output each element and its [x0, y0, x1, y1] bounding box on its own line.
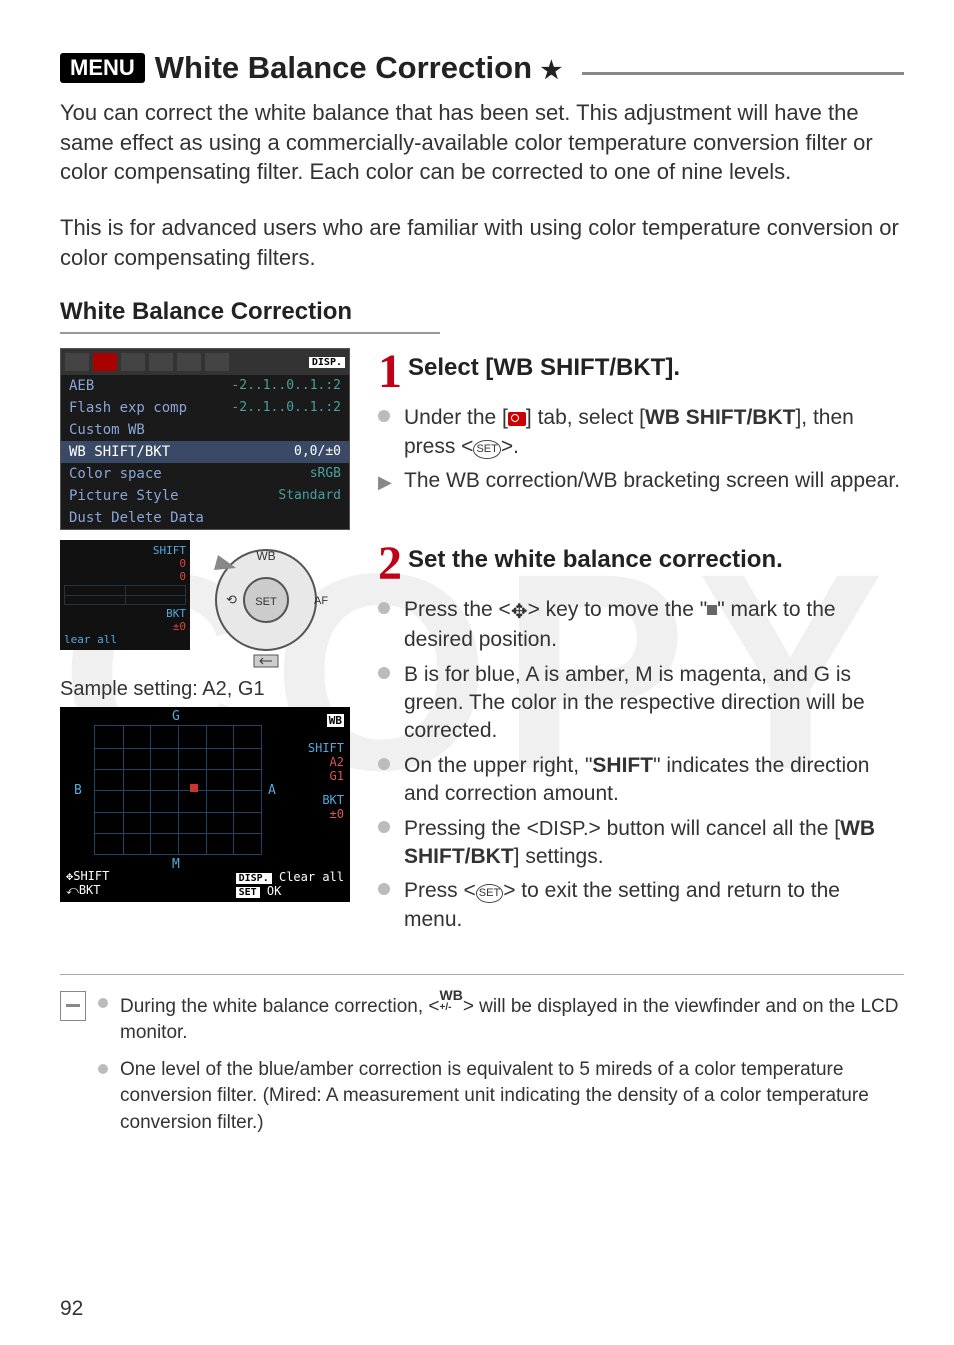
- step1-title: Select [WB SHIFT/BKT].: [408, 354, 680, 382]
- svg-text:⟲: ⟲: [226, 592, 237, 607]
- cam-row-selected: WB SHIFT/BKT0,0/±0: [61, 441, 349, 463]
- bkt-value: ±0: [330, 807, 344, 821]
- title-divider: [582, 72, 904, 75]
- star-icon: ★: [541, 57, 563, 84]
- notes-section: During the white balance correction, <WB…: [60, 974, 904, 1147]
- cam-tab-selected: [93, 353, 117, 371]
- shift-hint: SHIFT: [73, 869, 109, 883]
- svg-text:SET: SET: [255, 596, 277, 608]
- axis-g: G: [172, 709, 180, 724]
- set-icon: SET: [476, 884, 503, 903]
- menu-badge: MENU: [60, 53, 145, 83]
- note-2: One level of the blue/amber correction i…: [98, 1057, 904, 1137]
- camera-menu-screenshot: DISP. AEB-2..1..0..1.:2 Flash exp comp-2…: [60, 348, 350, 530]
- cam-tab: [65, 353, 89, 371]
- cam-tab: [121, 353, 145, 371]
- intro-p2: This is for advanced users who are famil…: [60, 213, 904, 272]
- page-number: 92: [60, 1297, 83, 1321]
- ok-label: OK: [267, 884, 281, 898]
- svg-text:AF: AF: [314, 595, 328, 607]
- bkt-label: BKT: [166, 607, 186, 620]
- shift-readout-label: SHIFT: [308, 741, 344, 755]
- clear-label: lear all: [64, 633, 117, 646]
- step2-bullet-1: Press the <✥> key to move the "" mark to…: [378, 596, 904, 654]
- clear-all-label: Clear all: [279, 870, 344, 884]
- disp-badge: DISP.: [236, 873, 272, 884]
- cam-tab: [177, 353, 201, 371]
- dial-illustration: SHIFT00 BKT±0 lear all SET WB AF ⟲: [60, 540, 360, 670]
- note-1: During the white balance correction, <WB…: [98, 991, 904, 1047]
- section-heading: White Balance Correction: [60, 298, 440, 334]
- cam-tab: [205, 353, 229, 371]
- cam-row: Color spacesRGB: [61, 463, 349, 485]
- title-text: White Balance Correction: [155, 50, 532, 85]
- shift-g1: G1: [330, 769, 344, 783]
- sample-setting-label: Sample setting: A2, G1: [60, 678, 360, 701]
- set-icon: SET: [473, 440, 500, 459]
- page-title-row: MENU White Balance Correction ★: [60, 50, 904, 86]
- multi-controller-icon: SET WB AF ⟲: [196, 540, 336, 670]
- cam-row: Flash exp comp-2..1..0..1.:2: [61, 397, 349, 419]
- axis-b: B: [74, 783, 82, 798]
- step2-title: Set the white balance correction.: [408, 546, 783, 574]
- step1-bullet-2: ▶ The WB correction/WB bracketing screen…: [378, 467, 904, 495]
- wb-compensation-icon: WB+/-: [439, 991, 462, 1011]
- cam-row: Dust Delete Data: [61, 507, 349, 529]
- disp-badge: DISP.: [309, 357, 345, 368]
- notes-icon: [60, 991, 86, 1021]
- intro-p1: You can correct the white balance that h…: [60, 98, 904, 187]
- cam-row: Custom WB: [61, 419, 349, 441]
- step2-bullet-4: Pressing the <DISP.> button will cancel …: [378, 815, 904, 872]
- disp-text: DISP.: [539, 818, 589, 840]
- step2-bullet-3: On the upper right, "SHIFT" indicates th…: [378, 752, 904, 809]
- small-wb-screen: SHIFT00 BKT±0 lear all: [60, 540, 190, 650]
- bkt-hint: BKT: [79, 883, 101, 897]
- shift-label: SHIFT: [153, 544, 186, 557]
- cross-key-icon: ✥: [511, 601, 528, 623]
- svg-text:WB: WB: [256, 549, 275, 563]
- bkt-readout-label: BKT: [322, 793, 344, 807]
- cam-tab: [149, 353, 173, 371]
- cam-row: AEB-2..1..0..1.:2: [61, 375, 349, 397]
- wb-correction-screen: G B A M WB SHIFT A2 G1 BKT ±0 ✥SHIFT ⤺B: [60, 707, 350, 902]
- camera-tab-icon: [508, 412, 526, 426]
- page-title: White Balance Correction ★: [155, 50, 562, 86]
- step1-bullet-1: Under the [] tab, select [WB SHIFT/BKT],…: [378, 404, 904, 461]
- wb-icon: WB: [327, 714, 344, 727]
- set-badge: SET: [236, 887, 260, 898]
- step2-bullet-2: B is for blue, A is amber, M is magenta,…: [378, 661, 904, 746]
- axis-a: A: [268, 783, 276, 798]
- square-marker-icon: [707, 605, 717, 615]
- cam-row: Picture StyleStandard: [61, 485, 349, 507]
- step-number-2: 2: [378, 540, 402, 588]
- wb-position-marker: [190, 784, 198, 792]
- step-number-1: 1: [378, 348, 402, 396]
- step2-bullet-5: Press <SET> to exit the setting and retu…: [378, 877, 904, 934]
- shift-a2: A2: [330, 755, 344, 769]
